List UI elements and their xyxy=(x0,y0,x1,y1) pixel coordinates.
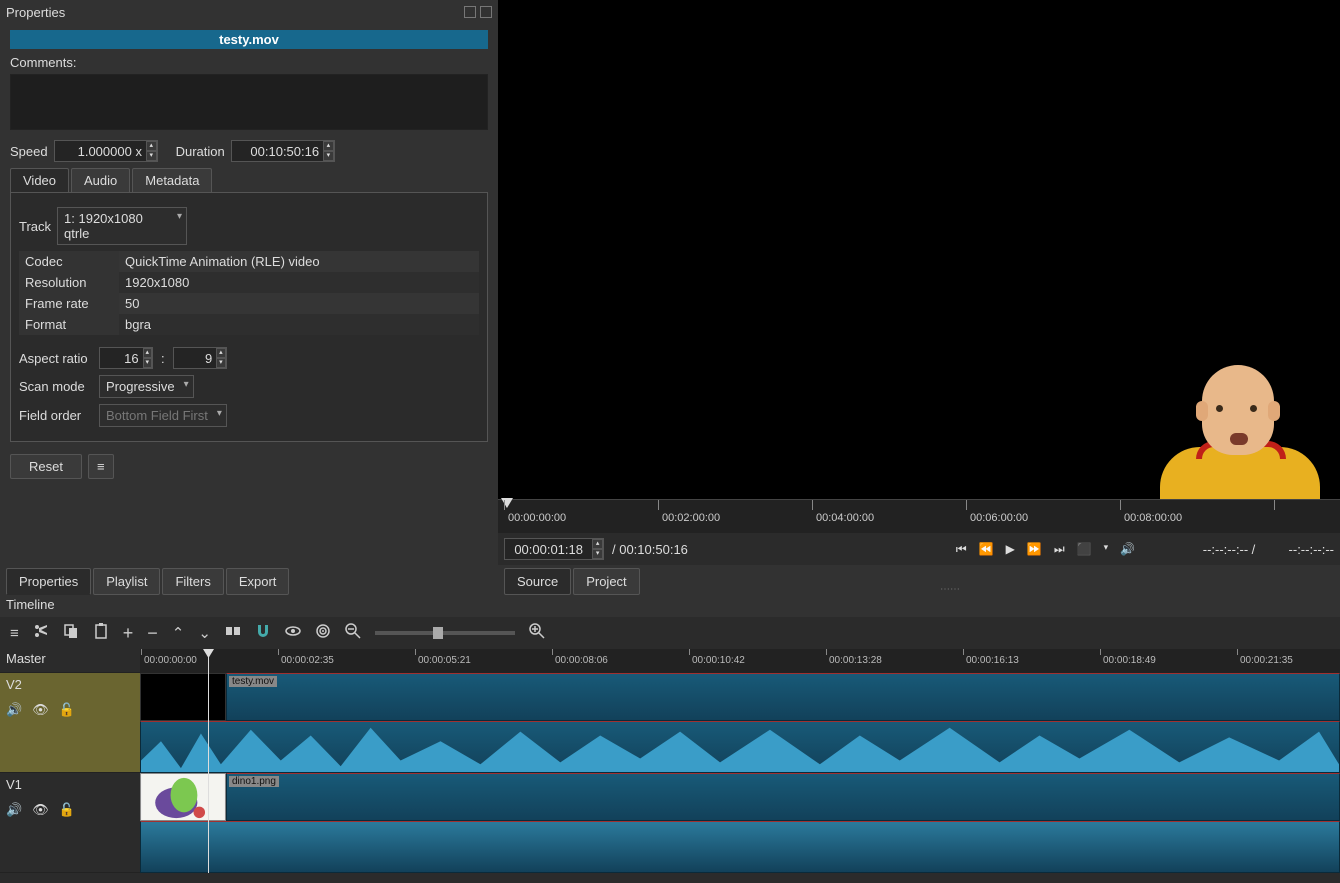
mute-icon[interactable]: 🔊 xyxy=(6,802,22,818)
up-icon[interactable]: ▴ xyxy=(146,141,157,151)
tab-audio[interactable]: Audio xyxy=(71,168,130,192)
reset-button[interactable]: Reset xyxy=(10,454,82,479)
zoom-fit-icon[interactable]: ⬛ xyxy=(1077,542,1092,557)
timeline-panel: Timeline ≡ + − ⌃ ⌄ Master V2 🔊 👁 🔓 V1 🔊 … xyxy=(0,595,1340,883)
prop-val: bgra xyxy=(119,314,479,335)
tab-filters[interactable]: Filters xyxy=(162,568,223,595)
track-master[interactable]: Master xyxy=(0,649,140,673)
current-time-input[interactable]: ▴▾ xyxy=(504,538,604,560)
duration-input[interactable]: ▴▾ xyxy=(231,140,335,162)
copy-icon[interactable] xyxy=(63,623,79,643)
snap-icon[interactable] xyxy=(255,623,271,643)
prop-val: 50 xyxy=(119,293,479,314)
zoom-out-icon[interactable] xyxy=(345,623,361,643)
clip-dino[interactable]: dino1.png xyxy=(226,773,1340,821)
down-icon[interactable]: ▾ xyxy=(323,151,334,161)
ripple-icon[interactable] xyxy=(315,623,331,643)
clip-blank[interactable] xyxy=(140,673,226,721)
track-v2-header[interactable]: V2 🔊 👁 🔓 xyxy=(0,673,140,773)
tab-project[interactable]: Project xyxy=(573,568,639,595)
lift-icon[interactable]: ⌃ xyxy=(172,624,185,642)
close-icon[interactable] xyxy=(480,6,492,18)
aspect-w-input[interactable]: ▴▾ xyxy=(99,347,153,369)
zoom-slider[interactable] xyxy=(375,631,515,635)
preview-content xyxy=(1154,359,1324,499)
mute-icon[interactable]: 🔊 xyxy=(6,702,22,718)
comments-label: Comments: xyxy=(10,55,488,70)
tab-export[interactable]: Export xyxy=(226,568,290,595)
timeline-ruler[interactable]: 00:00:00:00 00:00:02:35 00:00:05:21 00:0… xyxy=(140,649,1340,673)
prop-key: Resolution xyxy=(19,272,119,293)
tab-properties[interactable]: Properties xyxy=(6,568,91,595)
lock-icon[interactable]: 🔓 xyxy=(59,802,75,818)
file-name-bar: testy.mov xyxy=(10,30,488,49)
paste-icon[interactable] xyxy=(93,623,109,643)
skip-end-icon[interactable]: ⏭ xyxy=(1054,542,1065,557)
clip-waveform-v2[interactable] xyxy=(140,721,1340,773)
play-icon[interactable]: ▶ xyxy=(1006,542,1015,557)
timeline-title: Timeline xyxy=(0,595,1340,617)
aspect-h-input[interactable]: ▴▾ xyxy=(173,347,227,369)
tab-video[interactable]: Video xyxy=(10,168,69,192)
tab-playlist[interactable]: Playlist xyxy=(93,568,160,595)
track-v1-header[interactable]: V1 🔊 👁 🔓 xyxy=(0,773,140,873)
split-icon[interactable] xyxy=(225,623,241,643)
remove-icon[interactable]: − xyxy=(147,623,158,644)
aspect-label: Aspect ratio xyxy=(19,351,93,366)
track-combo[interactable]: 1: 1920x1080 qtrle xyxy=(57,207,187,245)
scan-combo[interactable]: Progressive xyxy=(99,375,194,398)
field-combo: Bottom Field First xyxy=(99,404,227,427)
down-icon[interactable]: ▾ xyxy=(146,151,157,161)
lock-icon[interactable]: 🔓 xyxy=(59,702,75,718)
clip-thumbnail[interactable] xyxy=(140,773,226,821)
scan-label: Scan mode xyxy=(19,379,93,394)
speed-label: Speed xyxy=(10,144,48,159)
tab-source[interactable]: Source xyxy=(504,568,571,595)
out-point: --:--:--:-- xyxy=(1289,542,1334,557)
scrub-icon[interactable] xyxy=(285,623,301,643)
chevron-down-icon[interactable]: ▾ xyxy=(1104,542,1109,557)
clip-waveform-v1[interactable] xyxy=(140,821,1340,873)
clip-testy[interactable]: testy.mov xyxy=(226,673,1340,721)
skip-start-icon[interactable]: ⏮ xyxy=(956,542,967,557)
track-area[interactable]: 00:00:00:00 00:00:02:35 00:00:05:21 00:0… xyxy=(140,649,1340,883)
forward-icon[interactable]: ⏩ xyxy=(1027,542,1042,557)
hamburger-button[interactable]: ≡ xyxy=(88,454,114,479)
duration-label: Duration xyxy=(176,144,225,159)
field-label: Field order xyxy=(19,408,93,423)
prop-key: Format xyxy=(19,314,119,335)
in-point: --:--:--:-- xyxy=(1203,542,1248,557)
comments-box[interactable] xyxy=(10,74,488,130)
preview-panel: 00:00:00:00 00:02:00:00 00:04:00:00 00:0… xyxy=(498,0,1340,595)
prop-val: QuickTime Animation (RLE) video xyxy=(119,251,479,272)
video-properties-table: CodecQuickTime Animation (RLE) video Res… xyxy=(19,251,479,335)
float-icon[interactable] xyxy=(464,6,476,18)
track-label: Track xyxy=(19,219,51,234)
up-icon[interactable]: ▴ xyxy=(323,141,334,151)
video-preview[interactable] xyxy=(498,0,1340,499)
menu-icon[interactable]: ≡ xyxy=(10,625,19,642)
prop-key: Frame rate xyxy=(19,293,119,314)
rewind-icon[interactable]: ⏪ xyxy=(979,542,994,557)
volume-icon[interactable]: 🔊 xyxy=(1120,542,1135,557)
timeline-playhead[interactable] xyxy=(208,649,209,873)
append-icon[interactable]: + xyxy=(123,623,134,644)
prop-val: 1920x1080 xyxy=(119,272,479,293)
prop-key: Codec xyxy=(19,251,119,272)
preview-ruler[interactable]: 00:00:00:00 00:02:00:00 00:04:00:00 00:0… xyxy=(498,499,1340,533)
zoom-in-icon[interactable] xyxy=(529,623,545,643)
overwrite-icon[interactable]: ⌄ xyxy=(198,624,211,642)
total-time: / 00:10:50:16 xyxy=(612,542,688,557)
cut-icon[interactable] xyxy=(33,623,49,643)
properties-panel: Properties testy.mov Comments: Speed ▴▾ … xyxy=(0,0,498,595)
hide-icon[interactable]: 👁 xyxy=(32,802,49,818)
drag-handle[interactable]: ⋯⋯ xyxy=(940,584,960,595)
playhead[interactable] xyxy=(501,498,513,508)
hide-icon[interactable]: 👁 xyxy=(32,702,49,718)
speed-input[interactable]: ▴▾ xyxy=(54,140,158,162)
tab-metadata[interactable]: Metadata xyxy=(132,168,212,192)
panel-title: Properties xyxy=(6,5,65,20)
